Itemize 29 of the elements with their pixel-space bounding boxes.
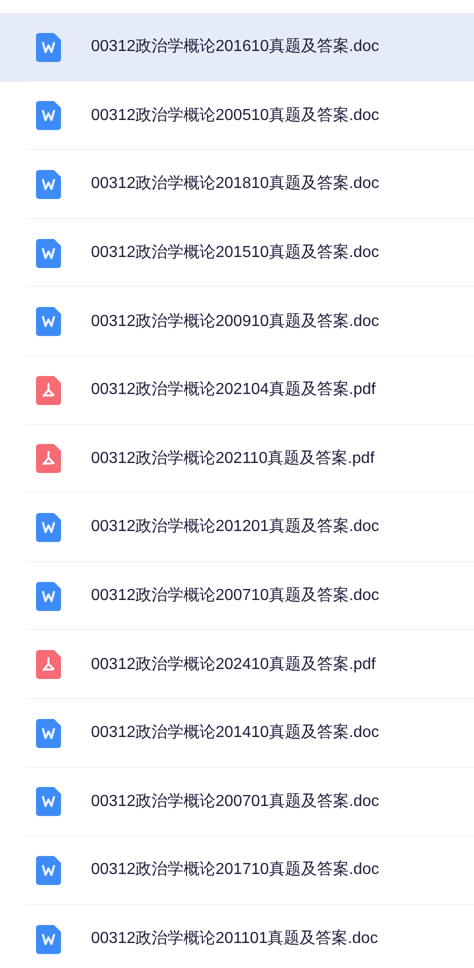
- word-document-icon: [36, 718, 61, 748]
- file-name: 00312政治学概论202104真题及答案.pdf: [91, 379, 376, 400]
- file-name: 00312政治学概论200710真题及答案.doc: [91, 585, 380, 606]
- file-name: 00312政治学概论200510真题及答案.doc: [91, 105, 380, 126]
- file-name: 00312政治学概论201101真题及答案.doc: [91, 928, 378, 950]
- file-name: 00312政治学概论201410真题及答案.doc: [91, 722, 380, 744]
- word-document-icon: [36, 32, 61, 62]
- word-document-icon: [36, 582, 61, 611]
- word-document-icon: [36, 170, 61, 199]
- file-name: 00312政治学概论200701真题及答案.doc: [91, 791, 380, 812]
- word-document-icon: [36, 924, 61, 954]
- word-document-icon: [36, 238, 61, 268]
- file-name: 00312政治学概论200910真题及答案.doc: [91, 311, 380, 332]
- word-document-icon: [36, 787, 61, 816]
- pdf-document-icon: [36, 444, 61, 474]
- word-document-icon: [36, 512, 61, 542]
- word-document-icon: [36, 856, 61, 885]
- file-name: 00312政治学概论202110真题及答案.pdf: [91, 448, 374, 469]
- file-name: 00312政治学概论201710真题及答案.doc: [91, 859, 380, 880]
- file-name: 00312政治学概论201610真题及答案.doc: [91, 36, 380, 58]
- file-name: 00312政治学概论201810真题及答案.doc: [91, 173, 380, 194]
- pdf-document-icon: [36, 376, 61, 405]
- word-document-icon: [36, 101, 61, 130]
- file-name: 00312政治学概论201201真题及答案.doc: [91, 516, 380, 538]
- file-name: 00312政治学概论202410真题及答案.pdf: [91, 654, 376, 675]
- pdf-document-icon: [36, 650, 61, 680]
- word-document-icon: [36, 307, 61, 336]
- file-list-item[interactable]: 00312政治学概论201610真题及答案.doc: [0, 13, 474, 82]
- file-name: 00312政治学概论201510真题及答案.doc: [91, 242, 380, 264]
